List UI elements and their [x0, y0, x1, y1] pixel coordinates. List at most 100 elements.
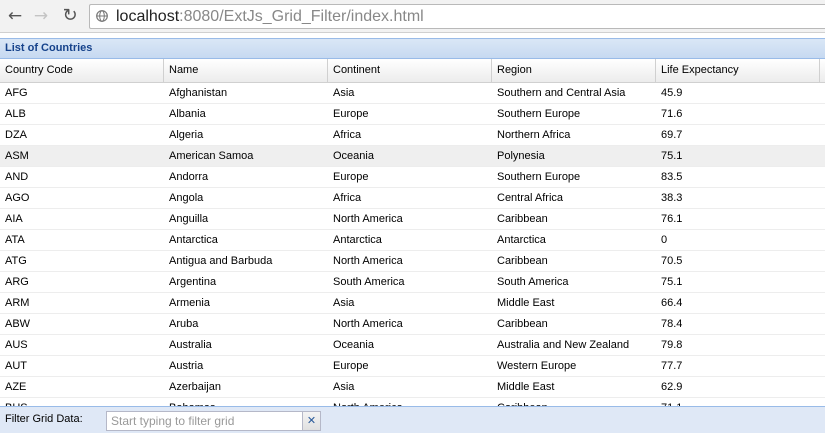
filter-label: Filter Grid Data: [5, 413, 83, 425]
column-header[interactable]: Life Expectancy [656, 59, 820, 82]
table-row[interactable]: DZA Algeria Africa Northern Africa 69.7 [0, 125, 825, 146]
column-header[interactable]: Country Code [0, 59, 164, 82]
table-cell: Algeria [169, 129, 204, 141]
address-bar[interactable]: localhost:8080/ExtJs_Grid_Filter/index.h… [89, 4, 825, 29]
table-cell: ARM [5, 297, 30, 309]
panel-header: List of Countries [0, 38, 825, 59]
table-cell: Middle East [497, 381, 555, 393]
table-cell: Argentina [169, 276, 217, 288]
table-cell: AUT [5, 360, 27, 372]
table-row[interactable]: AIA Anguilla North America Caribbean 76.1 [0, 209, 825, 230]
table-cell: South America [497, 276, 569, 288]
table-row[interactable]: AUT Austria Europe Western Europe 77.7 [0, 356, 825, 377]
table-cell: North America [333, 318, 403, 330]
table-cell: Asia [333, 297, 355, 309]
table-cell: South America [333, 276, 405, 288]
table-cell: Polynesia [497, 150, 545, 162]
table-cell: Southern Europe [497, 171, 581, 183]
table-cell: Afghanistan [169, 87, 228, 99]
table-cell: 69.7 [661, 129, 683, 141]
table-cell: Europe [333, 360, 369, 372]
table-cell: ALB [5, 108, 26, 120]
table-row[interactable]: ARG Argentina South America South America 75… [0, 272, 825, 293]
table-row[interactable]: ARM Armenia Asia Middle East 66.4 [0, 293, 825, 314]
table-cell: Caribbean [497, 255, 548, 267]
table-cell: Africa [333, 192, 362, 204]
table-cell: Antarctica [333, 234, 382, 246]
table-cell: Australia [169, 339, 212, 351]
table-cell: Europe [333, 171, 369, 183]
table-cell: AIA [5, 213, 23, 225]
grid-body[interactable]: AFG Afghanistan Asia Southern and Central A… [0, 83, 825, 406]
table-row[interactable]: ASM American Samoa Oceania Polynesia 75.1 [0, 146, 825, 167]
table-cell: Aruba [169, 318, 199, 330]
table-cell: Asia [333, 381, 355, 393]
table-cell: 62.9 [661, 381, 683, 393]
table-cell: Anguilla [169, 213, 209, 225]
table-cell: ATA [5, 234, 25, 246]
table-cell: Armenia [169, 297, 210, 309]
table-cell: Middle East [497, 297, 555, 309]
table-cell: 75.1 [661, 150, 683, 162]
globe-icon [96, 10, 108, 22]
table-cell: 83.5 [661, 171, 683, 183]
table-row[interactable]: ABW Aruba North America Caribbean 78.4 [0, 314, 825, 335]
table-cell: 0 [661, 234, 668, 246]
table-cell: 38.3 [661, 192, 683, 204]
table-cell: AFG [5, 87, 28, 99]
table-cell: Western Europe [497, 360, 577, 372]
table-cell: ABW [5, 318, 31, 330]
column-header[interactable]: Region [492, 59, 656, 82]
table-row[interactable]: AND Andorra Europe Southern Europe 83.5 [0, 167, 825, 188]
panel-title: List of Countries [5, 42, 93, 54]
url-text: localhost:8080/ExtJs_Grid_Filter/index.h… [116, 8, 424, 26]
table-cell: Europe [333, 108, 369, 120]
table-cell: Andorra [169, 171, 209, 183]
table-row[interactable]: ALB Albania Europe Southern Europe 71.6 [0, 104, 825, 125]
table-cell: ATG [5, 255, 27, 267]
table-cell: 75.1 [661, 276, 683, 288]
table-cell: Antarctica [497, 234, 546, 246]
table-cell: North America [333, 255, 403, 267]
table-cell: 70.5 [661, 255, 683, 267]
table-cell: DZA [5, 129, 27, 141]
forward-arrow-icon[interactable]: → [30, 5, 52, 27]
table-row[interactable]: ATG Antigua and Barbuda North America Carib… [0, 251, 825, 272]
table-cell: North America [333, 213, 403, 225]
table-row[interactable]: BHSBahamasNorth AmericaCaribbean71.1 [0, 398, 825, 406]
table-cell: Albania [169, 108, 206, 120]
table-cell: Bahamas [164, 398, 328, 406]
url-path: :8080/ExtJs_Grid_Filter/index.html [179, 8, 424, 25]
browser-toolbar: ← → ↻ localhost:8080/ExtJs_Grid_Filter/i… [0, 0, 825, 33]
table-cell: Austria [169, 360, 204, 372]
table-cell: 79.8 [661, 339, 683, 351]
table-cell: Asia [333, 87, 355, 99]
table-row[interactable]: AZE Azerbaijan Asia Middle East 62.9 [0, 377, 825, 398]
table-cell: 78.4 [661, 318, 683, 330]
table-cell: BHS [0, 398, 164, 406]
table-cell: Oceania [333, 150, 374, 162]
table-cell: American Samoa [169, 150, 254, 162]
table-cell: Southern Europe [497, 108, 581, 120]
table-row[interactable]: AFG Afghanistan Asia Southern and Central A… [0, 83, 825, 104]
table-cell: Oceania [333, 339, 374, 351]
table-row[interactable]: AUS Australia Oceania Australia and New Zea… [0, 335, 825, 356]
table-row[interactable]: ATA Antarctica Antarctica Antarctica 0 [0, 230, 825, 251]
table-cell: Antigua and Barbuda [169, 255, 273, 267]
reload-icon[interactable]: ↻ [59, 5, 81, 27]
back-arrow-icon[interactable]: ← [4, 5, 26, 27]
table-cell: ASM [5, 150, 29, 162]
grid-header: Country Code Name Continent Region Life Expe… [0, 59, 825, 83]
table-cell: AZE [5, 381, 27, 393]
table-cell: Central Africa [497, 192, 564, 204]
filter-input[interactable] [106, 411, 303, 431]
column-header[interactable]: Continent [328, 59, 492, 82]
column-header[interactable]: Name [164, 59, 328, 82]
table-cell: 77.7 [661, 360, 683, 372]
table-cell: AGO [5, 192, 30, 204]
clear-filter-button[interactable]: ✕ [303, 411, 321, 431]
table-cell: 45.9 [661, 87, 683, 99]
countries-grid-panel: List of Countries Country Code Name Contin… [0, 38, 825, 433]
table-cell: Africa [333, 129, 362, 141]
table-row[interactable]: AGO Angola Africa Central Africa 38.3 [0, 188, 825, 209]
